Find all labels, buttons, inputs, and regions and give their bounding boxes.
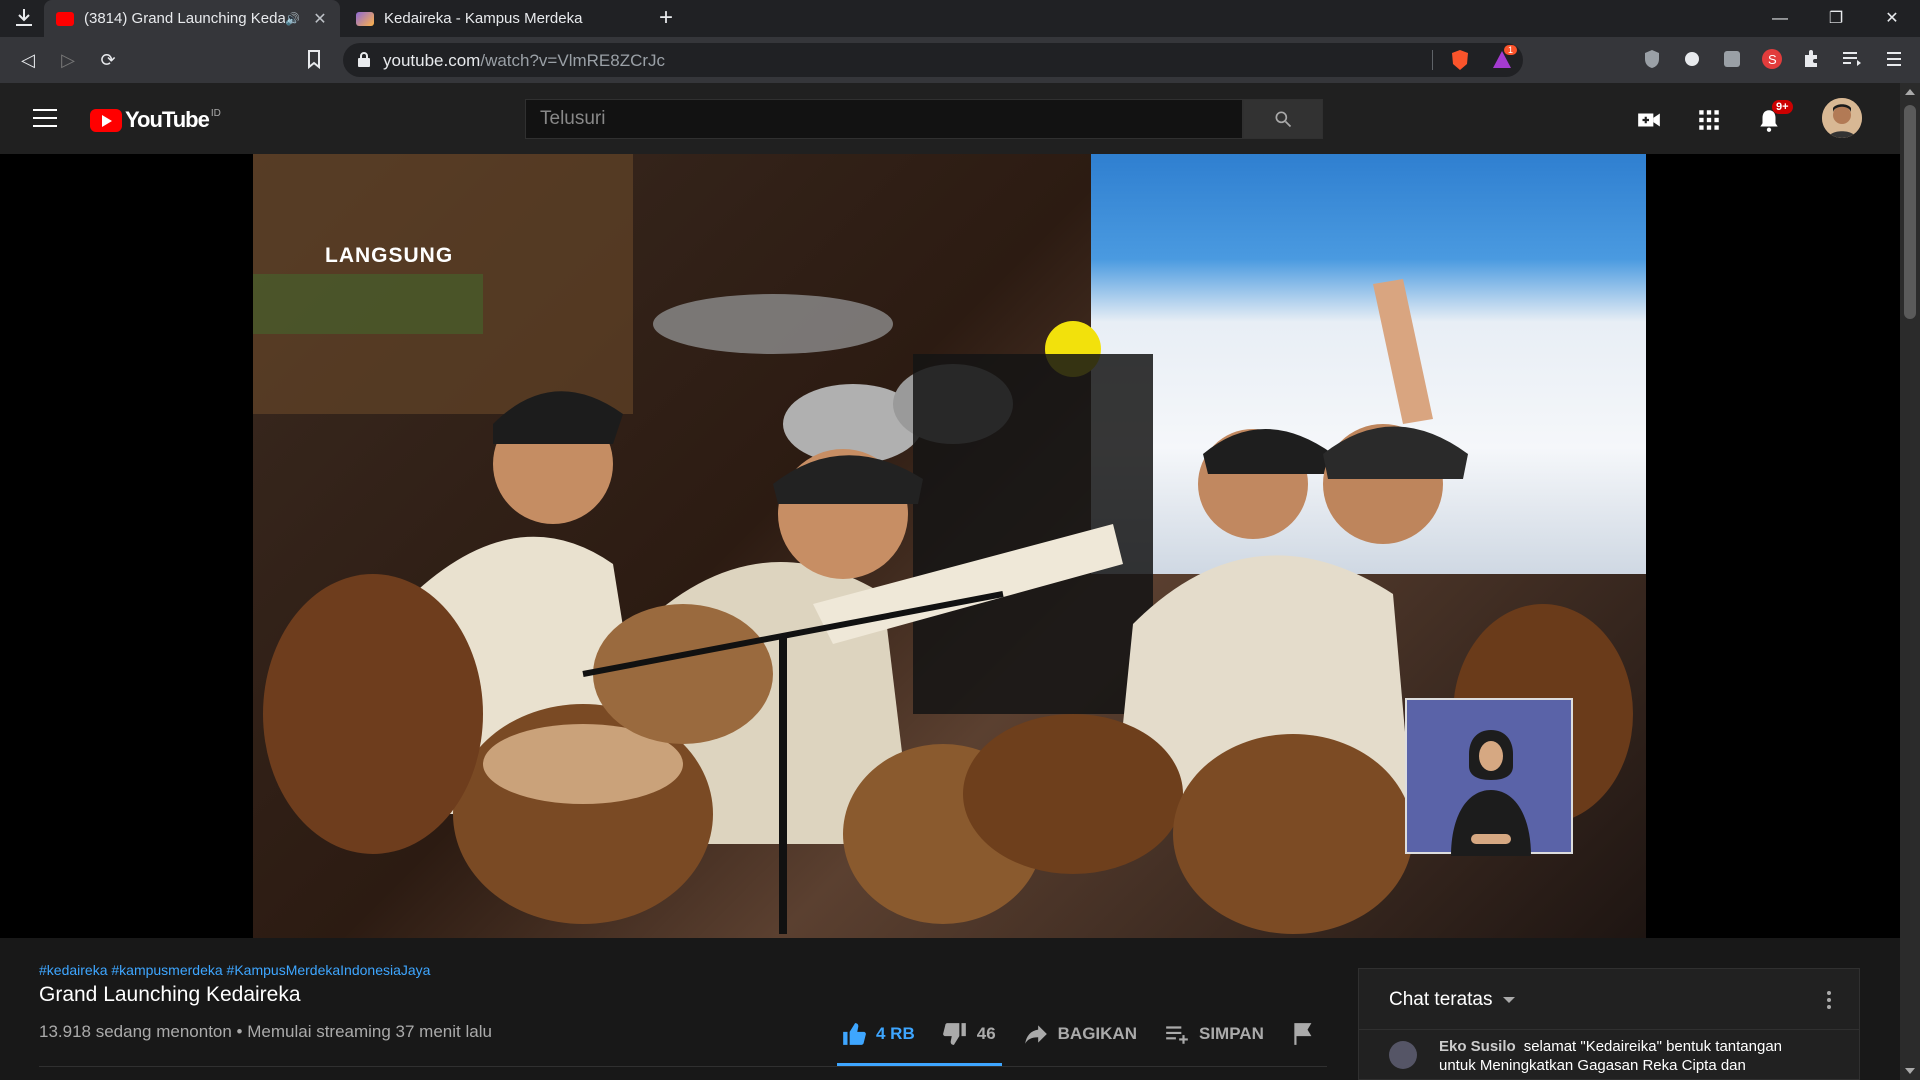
dislike-button[interactable]: 46	[941, 1021, 996, 1047]
video-player[interactable]: LANGSUNG	[253, 154, 1646, 938]
interpreter-figure	[1451, 730, 1531, 856]
chat-message: Eko Susilo selamat "Kedaireika" bentuk ta…	[1389, 1037, 1819, 1075]
url-path: /watch?v=VlmRE8ZCrJc	[480, 51, 666, 70]
ublock-extension-icon[interactable]	[1640, 47, 1664, 71]
s-extension-icon[interactable]: S	[1760, 47, 1784, 71]
chat-mode-selector[interactable]: Chat teratas	[1389, 989, 1515, 1011]
thumbs-down-icon	[942, 1023, 966, 1045]
video-title: Grand Launching Kedaireka	[39, 983, 301, 1006]
tab-kedaireka[interactable]: Kedaireka - Kampus Merdeka	[344, 0, 640, 37]
close-tab-icon[interactable]: ✕	[310, 9, 330, 29]
thumbs-up-icon	[843, 1023, 866, 1045]
flag-icon	[1294, 1023, 1312, 1045]
kampus-merdeka-favicon-icon	[356, 11, 374, 26]
dislike-count: 46	[976, 1024, 996, 1043]
omnibox-divider	[1432, 50, 1433, 70]
like-count: 4 RB	[876, 1024, 915, 1043]
media-queue-icon[interactable]	[1840, 47, 1864, 71]
report-button[interactable]	[1290, 1021, 1324, 1047]
tab-youtube[interactable]: (3814) Grand Launching Keda 🔊 ✕	[44, 0, 340, 37]
scroll-up-arrow-icon[interactable]	[1905, 89, 1915, 95]
address-bar[interactable]: youtube.com/watch?v=VlmRE8ZCrJc 1	[343, 43, 1523, 77]
youtube-masthead: YouTube ID 9+	[0, 83, 1900, 154]
browser-menu-icon[interactable]	[1882, 47, 1906, 71]
tab-title: Kedaireka - Kampus Merdeka	[384, 10, 583, 27]
download-icon[interactable]	[12, 6, 36, 30]
puzzle-icon[interactable]	[1800, 47, 1824, 71]
reload-button[interactable]: ⟳	[94, 46, 122, 74]
search-box	[525, 99, 1323, 139]
chevron-down-icon	[1502, 997, 1515, 1003]
tab-title: (3814) Grand Launching Keda	[84, 10, 286, 27]
share-icon	[1024, 1025, 1047, 1044]
youtube-logo[interactable]: YouTube ID	[90, 107, 221, 133]
search-icon	[1275, 111, 1292, 128]
video-info-section: #kedaireka #kampusmerdeka #KampusMerdeka…	[0, 938, 1900, 1080]
brave-shield-icon[interactable]	[1448, 48, 1472, 72]
chat-author-avatar[interactable]	[1389, 1041, 1417, 1069]
logo-text: YouTube	[125, 107, 210, 132]
bookmark-icon[interactable]	[302, 47, 326, 71]
url-text[interactable]: youtube.com/watch?v=VlmRE8ZCrJc	[383, 51, 665, 71]
chat-header-divider	[1359, 1029, 1859, 1030]
video-view-info: 13.918 sedang menonton • Memulai streami…	[39, 1022, 492, 1041]
create-video-icon[interactable]	[1636, 107, 1662, 133]
extension-icon[interactable]	[1680, 47, 1704, 71]
minimize-button[interactable]: —	[1752, 0, 1808, 37]
share-button[interactable]: BAGIKAN	[1022, 1021, 1137, 1047]
video-player-area: LANGSUNG	[0, 154, 1900, 938]
video-hashtags[interactable]: #kedaireka #kampusmerdeka #KampusMerdeka…	[39, 962, 430, 978]
scrollbar-thumb[interactable]	[1904, 105, 1916, 319]
apps-grid-icon[interactable]	[1696, 107, 1722, 133]
scroll-down-arrow-icon[interactable]	[1905, 1068, 1915, 1074]
playlist-add-icon	[1166, 1026, 1188, 1044]
url-host: youtube.com	[383, 51, 481, 70]
browser-toolbar: ◁ ▷ ⟳ youtube.com/watch?v=VlmRE8ZCrJc 1 …	[0, 37, 1920, 83]
live-label: LANGSUNG	[325, 244, 454, 267]
save-label: SIMPAN	[1199, 1024, 1264, 1043]
user-avatar-icon	[1822, 98, 1862, 138]
chat-author-name[interactable]: Eko Susilo	[1439, 1038, 1516, 1055]
like-button[interactable]: 4 RB	[840, 1021, 915, 1047]
close-window-button[interactable]: ✕	[1864, 0, 1920, 37]
sign-language-interpreter-inset	[1405, 698, 1573, 856]
new-tab-button[interactable]: +	[652, 4, 680, 32]
chat-mode-label: Chat teratas	[1389, 989, 1493, 1010]
share-label: BAGIKAN	[1057, 1024, 1137, 1043]
back-button[interactable]: ◁	[14, 46, 42, 74]
speaker-icon[interactable]: 🔊	[285, 12, 300, 26]
video-actions: 4 RB 46 BAGIKAN SIMPAN	[840, 1014, 1350, 1054]
search-button[interactable]	[1243, 99, 1323, 139]
account-avatar[interactable]	[1822, 98, 1862, 138]
search-input[interactable]	[525, 99, 1243, 139]
chat-more-options-icon[interactable]	[1827, 991, 1831, 1009]
window-controls: — ❐ ✕	[1752, 0, 1920, 37]
rewards-badge: 1	[1504, 45, 1518, 55]
save-button[interactable]: SIMPAN	[1163, 1021, 1264, 1047]
screenshot-extension-icon[interactable]	[1720, 47, 1744, 71]
country-code: ID	[210, 107, 221, 119]
svg-text:S: S	[1768, 52, 1777, 67]
guide-menu-icon[interactable]	[33, 109, 57, 127]
info-divider	[39, 1066, 1327, 1067]
youtube-play-icon	[90, 108, 122, 132]
live-chat-panel: Chat teratas Eko Susilo selamat "Kedairei…	[1358, 968, 1860, 1080]
forward-button[interactable]: ▷	[54, 46, 82, 74]
youtube-favicon-icon	[56, 11, 74, 26]
page-scrollbar[interactable]	[1900, 83, 1920, 1080]
notification-count-badge: 9+	[1772, 100, 1793, 114]
lock-icon[interactable]	[357, 51, 371, 67]
restore-button[interactable]: ❐	[1808, 0, 1864, 37]
browser-tab-strip: (3814) Grand Launching Keda 🔊 ✕ Kedairek…	[0, 0, 1920, 37]
